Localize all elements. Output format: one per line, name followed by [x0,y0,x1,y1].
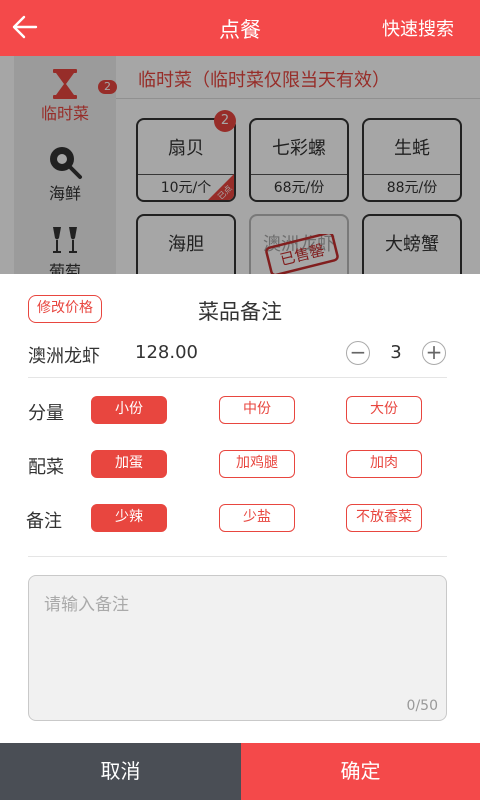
portion-label: 分量 [28,403,64,424]
option-button[interactable]: 小份 [91,396,167,424]
option-button[interactable]: 少辣 [91,504,167,532]
option-button[interactable]: 中份 [219,396,295,424]
divider [28,556,447,557]
option-button[interactable]: 少盐 [219,504,295,532]
divider [28,377,447,378]
dish-price: 128.00 [135,342,198,363]
option-button[interactable]: 加蛋 [91,450,167,478]
action-bar: 取消 确定 [0,743,480,800]
remark-placeholder: 请输入备注 [44,595,129,615]
dish-name: 澳洲龙虾 [28,346,100,367]
remark-textarea[interactable]: 请输入备注 0/50 [28,575,447,721]
decrease-button[interactable]: − [346,341,370,365]
char-counter: 0/50 [406,698,438,714]
top-bar: 点餐 快速搜索 [0,0,480,56]
confirm-button[interactable]: 确定 [241,743,480,800]
quantity-value: 3 [390,342,402,363]
option-button[interactable]: 不放香菜 [346,504,422,532]
back-arrow-icon[interactable] [10,12,40,42]
option-button[interactable]: 加鸡腿 [219,450,295,478]
cancel-button[interactable]: 取消 [0,743,241,800]
quick-search-button[interactable]: 快速搜索 [382,15,454,41]
remark-label: 备注 [26,511,62,532]
modal-overlay[interactable] [0,56,480,274]
option-button[interactable]: 大份 [346,396,422,424]
option-button[interactable]: 加肉 [346,450,422,478]
increase-button[interactable]: + [422,341,446,365]
dish-remark-dialog: 修改价格 菜品备注 澳洲龙虾 128.00 − 3 + 分量 小份 中份 大份 … [0,274,480,800]
dialog-title: 菜品备注 [198,300,282,324]
side-dish-label: 配菜 [28,457,64,478]
